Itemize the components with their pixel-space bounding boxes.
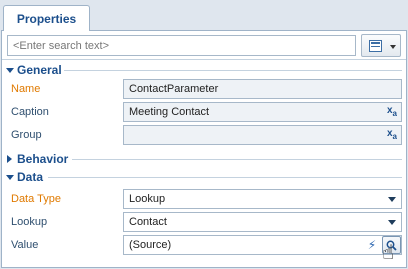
group-header-data[interactable]: Data bbox=[6, 170, 43, 184]
group-divider bbox=[48, 177, 402, 178]
label-name: Name bbox=[11, 83, 41, 95]
group-field[interactable]: xa bbox=[123, 125, 402, 145]
caption-field[interactable]: Meeting Contact xa bbox=[123, 102, 402, 122]
name-field-value: ContactParameter bbox=[129, 83, 219, 95]
grid-list-icon bbox=[369, 40, 382, 52]
label-group: Group bbox=[11, 129, 42, 141]
collapsed-arrow-icon bbox=[7, 155, 12, 163]
group-header-general[interactable]: General bbox=[6, 63, 62, 77]
group-title-behavior: Behavior bbox=[17, 152, 69, 166]
label-value: Value bbox=[11, 239, 39, 251]
chevron-down-icon[interactable] bbox=[382, 213, 402, 231]
caption-field-value: Meeting Contact bbox=[129, 106, 210, 118]
group-title-data: Data bbox=[17, 170, 44, 184]
lookup-select[interactable]: Contact bbox=[123, 212, 402, 232]
chevron-down-icon bbox=[390, 45, 396, 49]
data-type-value: Lookup bbox=[129, 193, 166, 205]
chevron-down-icon[interactable] bbox=[382, 190, 402, 208]
search-bar bbox=[5, 34, 403, 57]
lightning-icon[interactable]: ⚡ bbox=[362, 236, 382, 254]
search-input[interactable] bbox=[7, 35, 356, 56]
label-lookup: Lookup bbox=[11, 216, 48, 228]
label-data-type: Data Type bbox=[11, 193, 61, 205]
tab-properties-label: Properties bbox=[16, 11, 77, 26]
name-field[interactable]: ContactParameter bbox=[123, 79, 402, 99]
expanded-arrow-icon bbox=[6, 67, 14, 73]
translate-icon[interactable]: xa bbox=[382, 103, 402, 121]
value-field-value: (Source) bbox=[129, 239, 172, 251]
group-title-general: General bbox=[17, 63, 62, 77]
divider bbox=[2, 59, 406, 60]
group-divider bbox=[72, 159, 402, 160]
group-divider bbox=[64, 70, 402, 71]
properties-panel: General Name ContactParameter Caption Me… bbox=[1, 30, 407, 268]
label-caption: Caption bbox=[11, 106, 49, 118]
value-field[interactable]: (Source) ⚡ bbox=[123, 235, 402, 255]
tab-properties[interactable]: Properties bbox=[3, 5, 90, 31]
data-type-select[interactable]: Lookup bbox=[123, 189, 402, 209]
lookup-value: Contact bbox=[129, 216, 167, 228]
expanded-arrow-icon bbox=[6, 174, 14, 180]
view-options-button[interactable] bbox=[361, 34, 401, 57]
group-header-behavior[interactable]: Behavior bbox=[6, 152, 68, 166]
translate-icon[interactable]: xa bbox=[382, 126, 402, 144]
hand-pointer-icon: ☝ bbox=[382, 242, 395, 264]
